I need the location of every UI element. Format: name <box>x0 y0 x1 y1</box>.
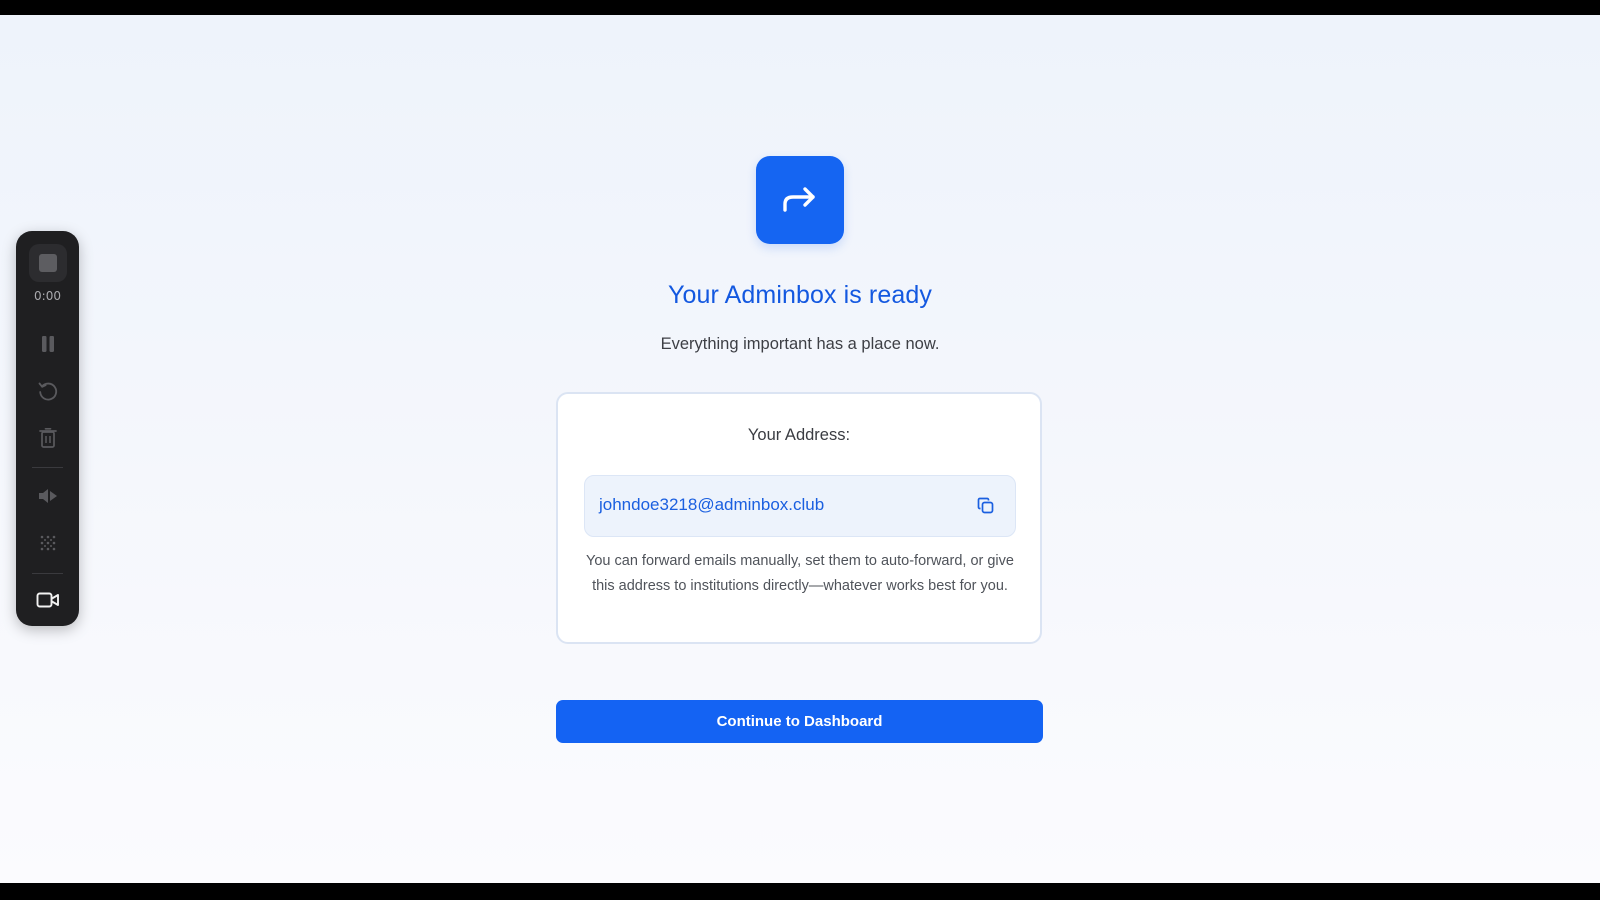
toolbar-divider <box>32 467 63 468</box>
grid-button[interactable] <box>33 528 63 558</box>
delete-recording-button[interactable] <box>33 423 63 453</box>
speaker-icon <box>38 489 57 503</box>
microphone-level-button[interactable] <box>33 481 63 511</box>
trash-icon <box>38 427 57 448</box>
forward-arrow-badge <box>756 156 844 244</box>
stop-recording-button[interactable] <box>28 244 67 282</box>
pause-button[interactable] <box>33 329 63 359</box>
continue-to-dashboard-button[interactable]: Continue to Dashboard <box>556 700 1043 743</box>
screen-frame: 0:00 Your Adminbox is ready Everything i… <box>0 0 1600 900</box>
email-address[interactable]: johndoe3218@adminbox.club <box>599 495 824 515</box>
recording-timer: 0:00 <box>34 289 61 303</box>
dot-grid-icon <box>40 535 55 551</box>
address-instructions: You can forward emails manually, set the… <box>586 553 1014 594</box>
stop-icon <box>38 254 57 272</box>
page-title: Your Adminbox is ready <box>668 281 932 309</box>
restart-button[interactable] <box>33 376 63 406</box>
pause-icon <box>41 336 54 352</box>
copy-address-button[interactable] <box>975 495 997 517</box>
forward-arrow-icon <box>783 187 815 212</box>
toolbar-divider <box>32 573 63 574</box>
app-viewport: 0:00 Your Adminbox is ready Everything i… <box>0 15 1600 883</box>
address-field[interactable]: johndoe3218@adminbox.club <box>584 475 1016 537</box>
restart-icon <box>38 382 57 401</box>
copy-icon <box>977 497 994 514</box>
address-card: Your Address: johndoe3218@adminbox.club … <box>556 392 1042 644</box>
address-label: Your Address: <box>747 426 851 444</box>
page-subtitle: Everything important has a place now. <box>660 335 940 353</box>
camera-toggle-button[interactable] <box>33 585 63 615</box>
recorder-toolbar: 0:00 <box>16 231 79 626</box>
video-camera-icon <box>36 592 59 608</box>
